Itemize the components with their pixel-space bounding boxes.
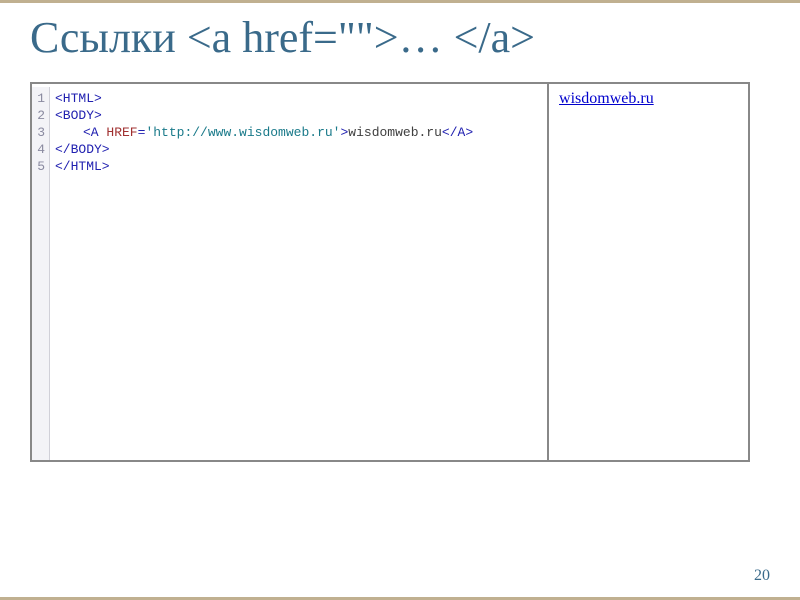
line-number: 3: [32, 124, 45, 141]
code-source: <html> <body> <a href='http://www.wisdom…: [50, 87, 479, 460]
line-number: 2: [32, 107, 45, 124]
preview-link[interactable]: wisdomweb.ru: [559, 90, 654, 107]
code-tag: </body>: [55, 142, 110, 157]
page-number: 20: [754, 567, 770, 585]
code-tag: </a>: [442, 125, 473, 140]
code-tag: <a: [83, 125, 106, 140]
code-tag: </html>: [55, 159, 110, 174]
slide-container: Ссылки <a href="">… </a> 1 2 3 4 5 <html…: [0, 0, 800, 600]
code-text: wisdomweb.ru: [348, 125, 442, 140]
code-panel: 1 2 3 4 5 <html> <body> <a href='http://…: [32, 84, 549, 460]
line-number: 4: [32, 141, 45, 158]
example-box: 1 2 3 4 5 <html> <body> <a href='http://…: [30, 82, 750, 462]
line-number: 5: [32, 158, 45, 175]
code-attr-val: 'http://www.wisdomweb.ru': [145, 125, 340, 140]
line-gutter: 1 2 3 4 5: [32, 87, 50, 460]
code-tag: <html>: [55, 91, 102, 106]
line-number: 1: [32, 90, 45, 107]
slide-title: Ссылки <a href="">… </a>: [30, 13, 770, 64]
code-tag: <body>: [55, 108, 102, 123]
code-attr-name: href: [106, 125, 137, 140]
preview-panel: wisdomweb.ru: [549, 84, 748, 460]
